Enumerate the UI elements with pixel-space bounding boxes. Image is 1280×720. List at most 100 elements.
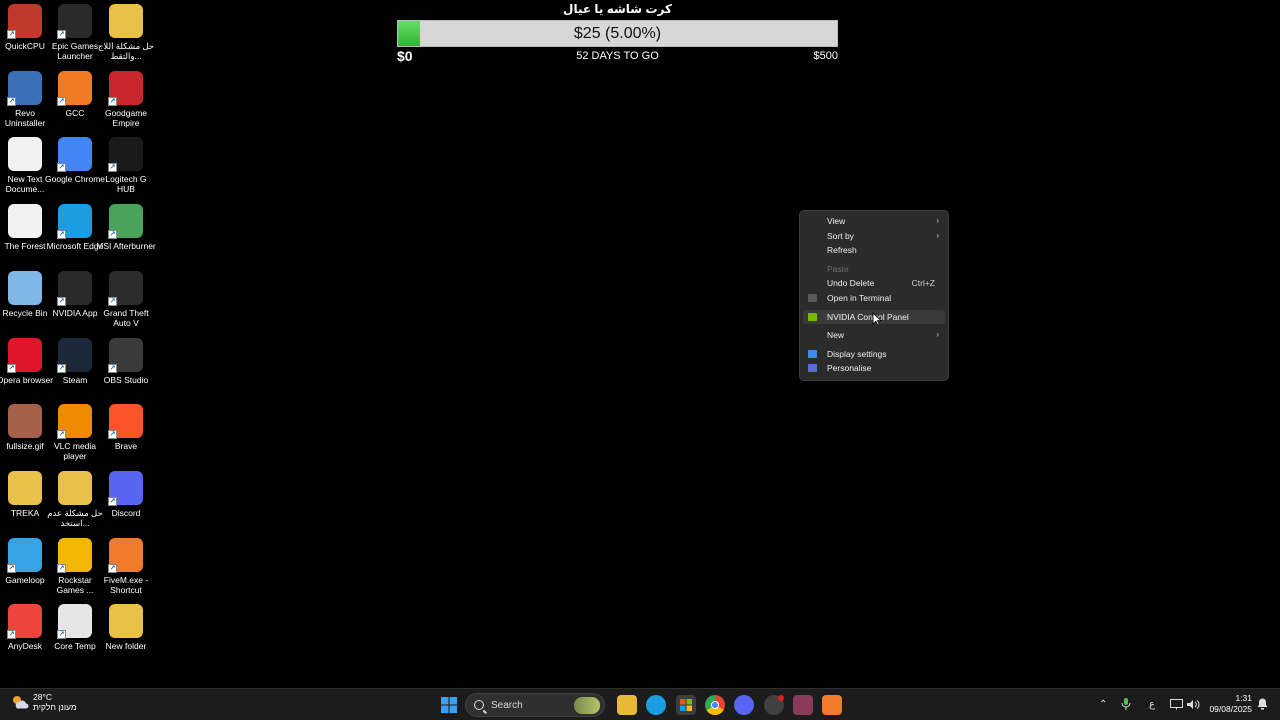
winrar-icon[interactable] [793, 695, 813, 715]
chrome-icon[interactable] [705, 695, 725, 715]
taskbar-search-box[interactable]: Search [465, 693, 605, 717]
desktop-icon-label: Brave [114, 441, 138, 452]
desktop-icon[interactable]: ↗ Revo Uninstaller [0, 70, 50, 128]
menu-item-personalise[interactable]: Personalise [803, 361, 945, 376]
clock-date: 09/08/2025 [1209, 704, 1252, 714]
microphone-icon[interactable] [1121, 689, 1131, 720]
msi-afterburner-icon: ↗ [108, 204, 143, 240]
desktop-icon[interactable]: ↗ Grand Theft Auto V [101, 270, 151, 328]
menu-item-label: Display settings [827, 348, 887, 359]
app-icon[interactable] [764, 695, 784, 715]
desktop-icon[interactable]: ↗ GCC [50, 70, 100, 118]
desktop-icon[interactable]: ↗ QuickCPU [0, 4, 50, 51]
weather-condition: מעונן חלקית [33, 702, 77, 712]
menu-item-display-settings[interactable]: Display settings [803, 347, 945, 362]
chrome-icon: ↗ [57, 137, 92, 173]
folder-icon [8, 470, 42, 505]
menu-separator [800, 306, 948, 310]
desktop-icon-label: MSI Afterburner [96, 241, 156, 252]
microsoft-store-icon[interactable] [676, 695, 696, 715]
desktop-icon[interactable]: حل مشكلة اللاج والتقط... [98, 4, 154, 61]
desktop-context-menu: View › Sort by › Refresh Paste Undo Delete Ctrl… [799, 210, 949, 381]
terminal-icon [808, 293, 817, 302]
desktop-icon[interactable]: ↗ Gameloop [0, 537, 50, 585]
logitech-ghub-icon: ↗ [108, 137, 143, 173]
menu-item-undo-delete[interactable]: Undo Delete Ctrl+Z [803, 276, 945, 291]
menu-item-new[interactable]: New › [803, 328, 945, 343]
volume-icon[interactable] [1187, 689, 1200, 720]
search-icon [474, 700, 484, 710]
goal-progress-bar: $25 (5.00%) [397, 20, 838, 47]
desktop-icon[interactable]: ↗ Discord [101, 470, 151, 518]
menu-item-open-in-terminal[interactable]: Open in Terminal [803, 291, 945, 306]
file-explorer-icon[interactable] [617, 695, 637, 715]
shortcut-arrow-icon: ↗ [108, 296, 117, 306]
menu-item-label: Personalise [827, 363, 872, 374]
goal-title: كرت شاشه يا عيال [563, 2, 672, 16]
desktop-icon[interactable]: حل مشكلة عدم استخد... [47, 470, 103, 528]
desktop-icon[interactable]: ↗ Steam [50, 337, 100, 385]
shortcut-arrow-icon: ↗ [108, 163, 117, 173]
desktop-icon[interactable]: ↗ VLC media player [50, 404, 100, 461]
desktop-icon[interactable]: ↗ Epic Games Launcher [50, 4, 100, 61]
shortcut-arrow-icon: ↗ [7, 630, 16, 640]
start-icon[interactable] [439, 695, 459, 715]
desktop-icon[interactable]: TREKA [0, 470, 50, 518]
desktop-icon[interactable]: ↗ NVIDIA App [50, 270, 100, 318]
shortcut-arrow-icon: ↗ [57, 430, 66, 440]
desktop-icon[interactable]: New folder [101, 604, 151, 651]
shortcut-arrow-icon: ↗ [7, 363, 16, 373]
core-temp-icon: ↗ [57, 604, 92, 640]
shortcut-arrow-icon: ↗ [108, 96, 117, 106]
desktop-icon[interactable]: ↗ MSI Afterburner [96, 204, 156, 251]
chevron-right-icon: › [936, 216, 939, 225]
desktop-icon-label: حل مشكلة اللاج والتقط... [97, 41, 155, 61]
menu-item-view[interactable]: View › [803, 214, 945, 229]
discord-icon[interactable] [734, 695, 754, 715]
desktop-icon[interactable]: New Text Docume... [0, 137, 50, 194]
epic-games-icon: ↗ [57, 4, 92, 39]
desktop-icon-label: New folder [105, 641, 147, 652]
network-icon[interactable] [1170, 689, 1183, 720]
opera-icon: ↗ [7, 337, 42, 373]
search-label: Search [491, 699, 523, 711]
fivem-icon[interactable] [822, 695, 842, 715]
shortcut-arrow-icon: ↗ [108, 430, 117, 440]
desktop-icon[interactable]: fullsize.gif [0, 404, 50, 451]
obs-icon: ↗ [108, 337, 143, 373]
mouse-cursor-icon [872, 312, 882, 326]
menu-item-label: Undo Delete [827, 278, 875, 289]
menu-item-refresh[interactable]: Refresh [803, 243, 945, 258]
desktop-icon[interactable]: ↗ Logitech G HUB [101, 137, 151, 194]
anydesk-icon: ↗ [7, 604, 42, 640]
menu-item-label: NVIDIA Control Panel [827, 311, 909, 322]
fivem-icon: ↗ [108, 537, 143, 573]
shortcut-arrow-icon: ↗ [57, 363, 66, 373]
system-clock[interactable]: 1:31 09/08/2025 [1204, 693, 1252, 715]
desktop-icon[interactable]: ↗ Opera browser [0, 337, 53, 385]
desktop-icon[interactable]: ↗ Google Chrome [45, 137, 105, 184]
discord-icon: ↗ [108, 470, 143, 506]
menu-item-paste[interactable]: Paste [803, 262, 945, 277]
edge-icon[interactable] [646, 695, 666, 715]
input-language[interactable]: ع [1149, 689, 1155, 720]
notification-icon[interactable] [1257, 689, 1268, 720]
desktop-icon[interactable]: ↗ FiveM.exe - Shortcut [101, 537, 151, 595]
desktop-icon[interactable]: ↗ Microsoft Edge [47, 204, 103, 251]
desktop-icon[interactable]: ↗ Goodgame Empire [101, 70, 151, 128]
shortcut-arrow-icon: ↗ [108, 563, 117, 573]
chevron-up-icon[interactable]: ⌃ [1099, 689, 1107, 720]
desktop-icon[interactable]: ↗ AnyDesk [0, 604, 50, 651]
desktop-icon[interactable]: The Forest [0, 204, 50, 251]
desktop-icon[interactable]: ↗ OBS Studio [101, 337, 151, 385]
desktop-icon[interactable]: ↗ Core Temp [50, 604, 100, 651]
menu-item-shortcut: Ctrl+Z [911, 278, 935, 289]
weather-widget[interactable]: 28°C מעונן חלקית [10, 692, 77, 712]
desktop-icon[interactable]: ↗ Rockstar Games ... [50, 537, 100, 595]
desktop-icon[interactable]: ↗ Brave [101, 404, 151, 451]
menu-item-sort-by[interactable]: Sort by › [803, 229, 945, 244]
gta-v-icon: ↗ [108, 270, 143, 306]
partly-cloudy-icon [10, 692, 30, 712]
shortcut-arrow-icon: ↗ [7, 96, 16, 106]
desktop-icon[interactable]: Recycle Bin [0, 270, 50, 318]
